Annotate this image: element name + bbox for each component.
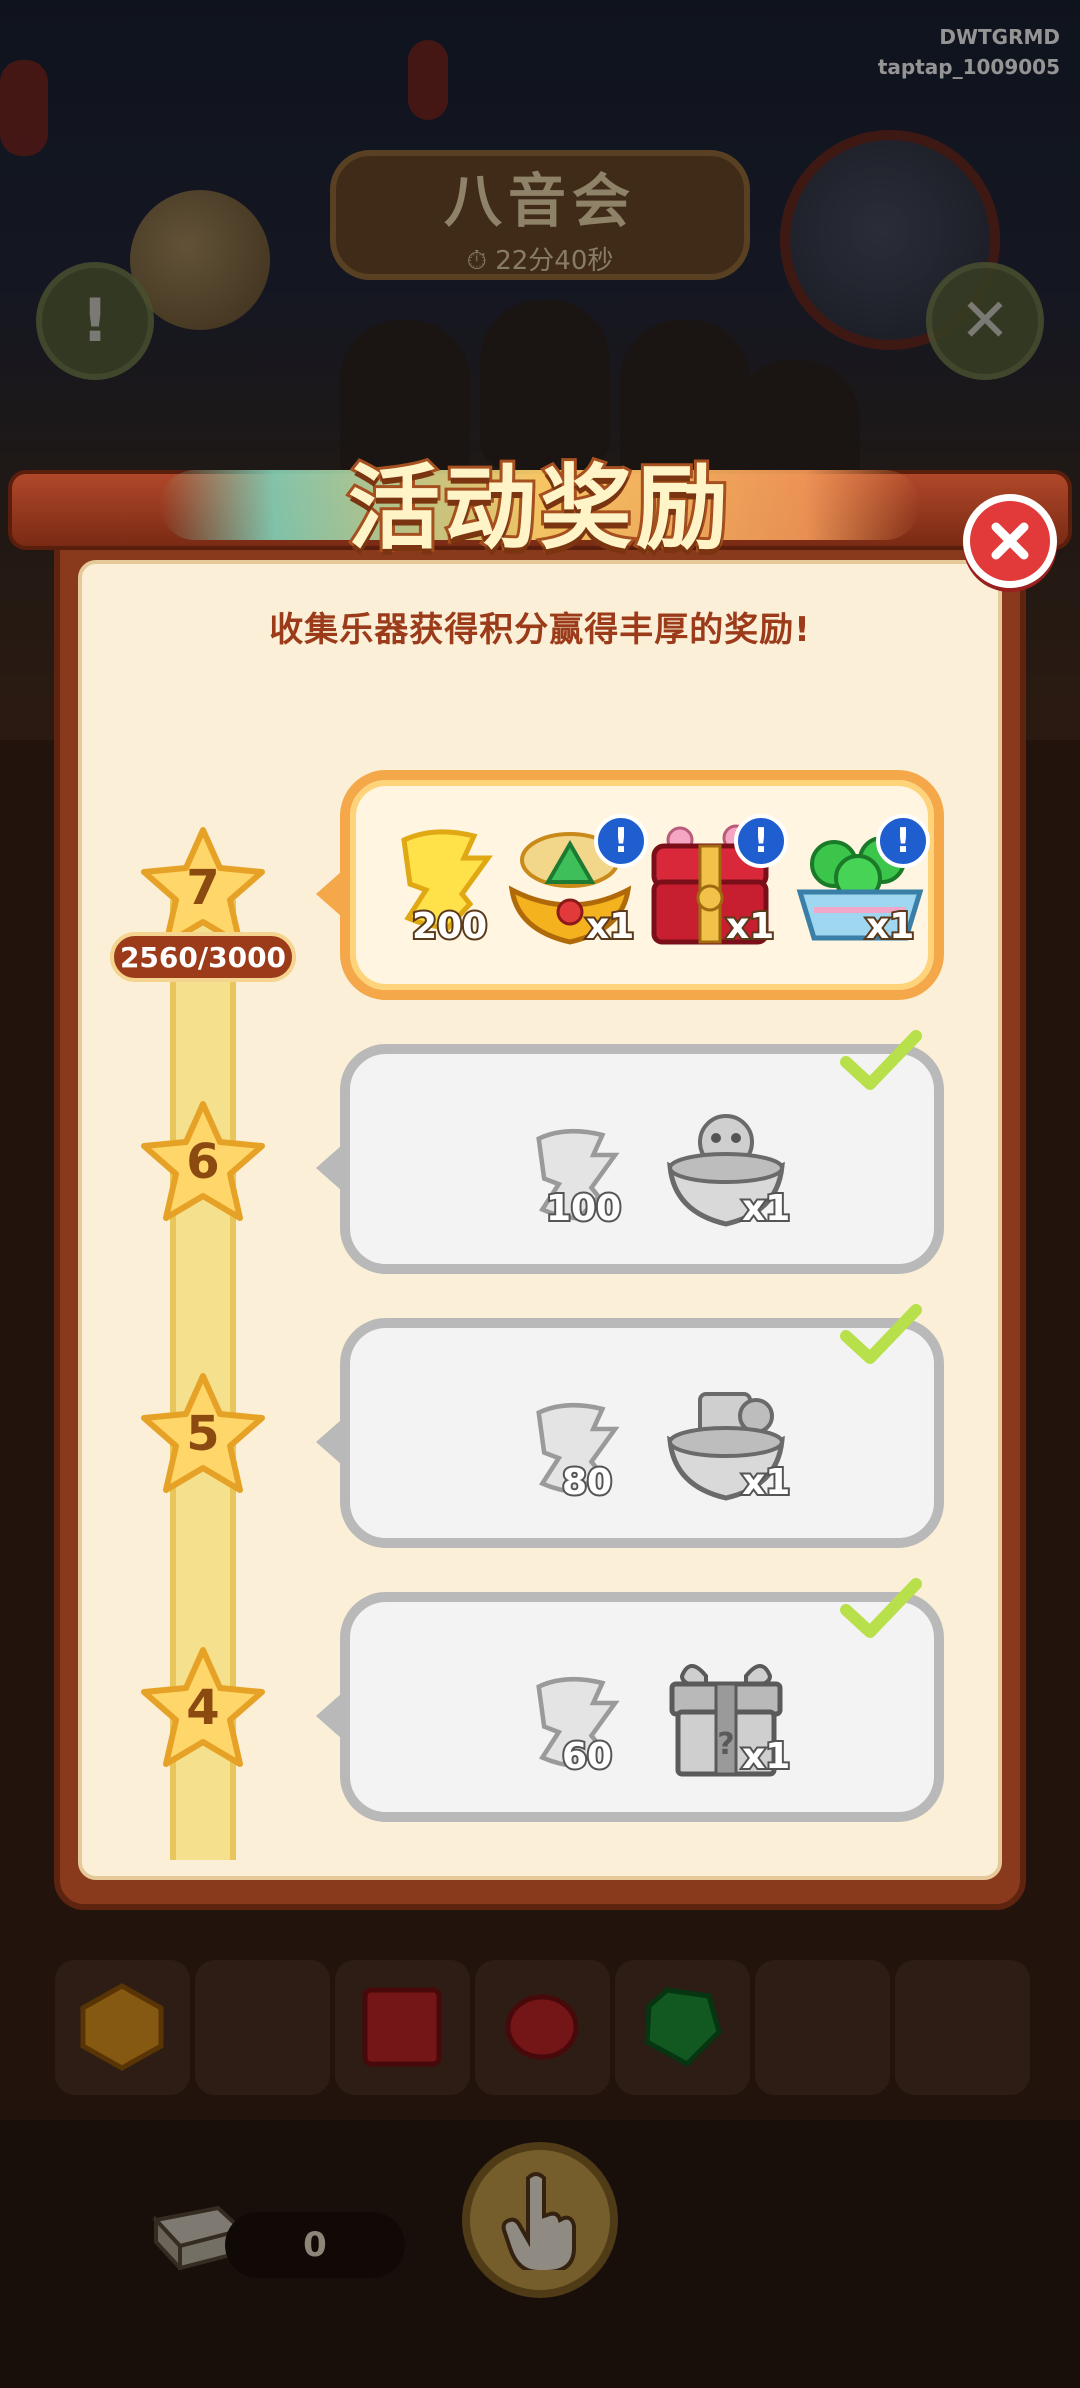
progress-counter: 2560/3000 xyxy=(110,932,296,982)
reward-qty: x1 xyxy=(740,1460,792,1505)
reward-qty: x1 xyxy=(740,1186,792,1231)
close-button[interactable] xyxy=(963,494,1057,588)
info-badge[interactable]: ! xyxy=(734,814,788,868)
tier-star-4: 4 xyxy=(138,1646,268,1770)
reward-card-tier-6: 100 x1 xyxy=(316,1030,944,1274)
reward-card-tier-5: 80 x1 xyxy=(316,1304,944,1548)
close-icon xyxy=(991,522,1029,560)
modal-title: 活动奖励 xyxy=(345,452,732,565)
modal-title-banner: 活动奖励 xyxy=(160,430,920,570)
tier-level: 4 xyxy=(186,1680,220,1736)
reward-card-tier-7: 200 x1 ! x1 ! x1 ! xyxy=(316,770,944,1000)
reward-qty: 100 xyxy=(544,1186,623,1231)
modal-subtitle: 收集乐器获得积分赢得丰厚的奖励! xyxy=(269,610,811,650)
checkmark-icon xyxy=(840,1304,922,1364)
reward-qty: x1 xyxy=(584,904,636,949)
checkmark-icon xyxy=(840,1030,922,1090)
reward-qty: x1 xyxy=(740,1734,792,1779)
tier-level: 5 xyxy=(186,1406,220,1462)
reward-qty: x1 xyxy=(864,904,916,949)
tier-star-6: 6 xyxy=(138,1100,268,1224)
checkmark-icon xyxy=(840,1578,922,1638)
reward-qty: 60 xyxy=(560,1734,614,1779)
info-badge[interactable]: ! xyxy=(876,814,930,868)
svg-text:?: ? xyxy=(717,1727,734,1762)
reward-qty: x1 xyxy=(724,904,776,949)
reward-card-tier-4: 60 ? x1 xyxy=(316,1578,944,1822)
tier-level: 7 xyxy=(186,860,220,916)
tier-level: 6 xyxy=(186,1134,220,1190)
reward-qty: 80 xyxy=(560,1460,614,1505)
reward-qty: 200 xyxy=(410,904,489,949)
tier-star-5: 5 xyxy=(138,1372,268,1496)
